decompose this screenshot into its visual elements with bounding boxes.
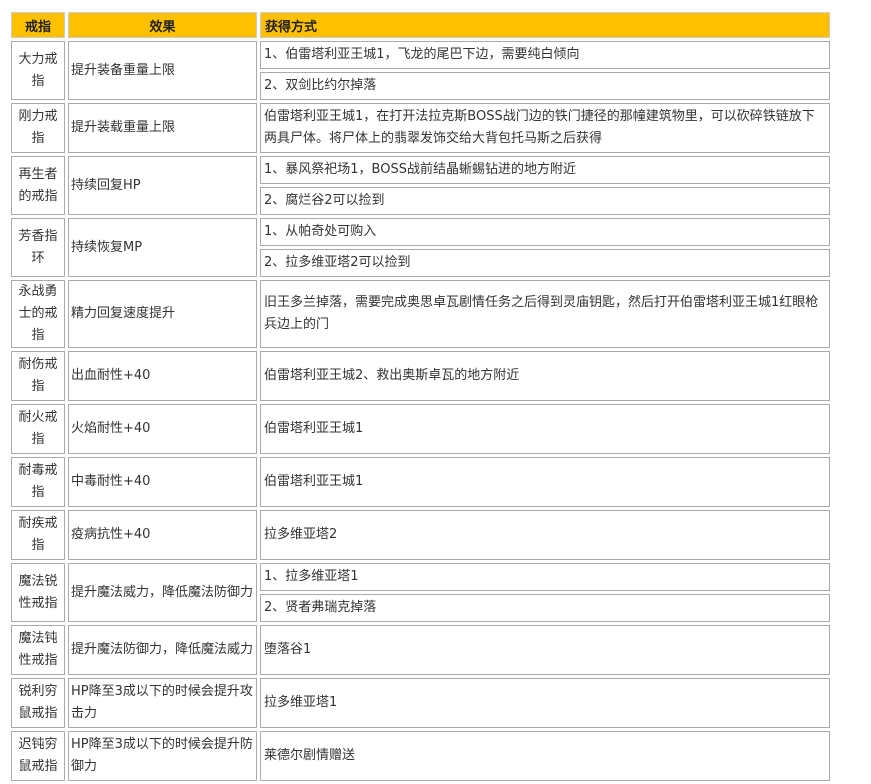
- ring-name-cell: 永战勇士的戒指: [11, 280, 65, 348]
- ring-method-cell: 伯雷塔利亚王城2、救出奥斯卓瓦的地方附近: [260, 351, 830, 401]
- table-row: 刚力戒指 提升装载重量上限 伯雷塔利亚王城1，在打开法拉克斯BOSS战门边的铁门捷径…: [11, 103, 830, 153]
- ring-method-cell: 堕落谷1: [260, 625, 830, 675]
- ring-table: 戒指 效果 获得方式 大力戒指 提升装备重量上限 1、伯雷塔利亚王城1，飞龙的尾巴下…: [8, 9, 833, 784]
- ring-method-cell: 拉多维亚塔1: [260, 678, 830, 728]
- ring-effect-cell: HP降至3成以下的时候会提升防御力: [68, 731, 257, 781]
- table-row: 锐利穷鼠戒指 HP降至3成以下的时候会提升攻击力 拉多维亚塔1: [11, 678, 830, 728]
- header-effect: 效果: [68, 12, 257, 38]
- header-method: 获得方式: [260, 12, 830, 38]
- ring-method-cell: 2、贤者弗瑞克掉落: [260, 594, 830, 622]
- ring-method-cell: 1、伯雷塔利亚王城1，飞龙的尾巴下边，需要纯白倾向: [260, 41, 830, 69]
- ring-name-cell: 锐利穷鼠戒指: [11, 678, 65, 728]
- table-row: 魔法锐性戒指 提升魔法威力，降低魔法防御力 1、拉多维亚塔1: [11, 563, 830, 622]
- ring-name-cell: 刚力戒指: [11, 103, 65, 153]
- ring-name-cell: 耐毒戒指: [11, 457, 65, 507]
- ring-method-cell: 1、从帕奇处可购入: [260, 218, 830, 246]
- ring-name-cell: 耐伤戒指: [11, 351, 65, 401]
- table-row: 魔法钝性戒指 提升魔法防御力，降低魔法威力 堕落谷1: [11, 625, 830, 675]
- ring-effect-cell: 持续回复HP: [68, 156, 257, 215]
- ring-effect-cell: 提升魔法威力，降低魔法防御力: [68, 563, 257, 622]
- ring-effect-cell: HP降至3成以下的时候会提升攻击力: [68, 678, 257, 728]
- header-ring: 戒指: [11, 12, 65, 38]
- ring-name-cell: 芳香指环: [11, 218, 65, 277]
- ring-name-cell: 耐疾戒指: [11, 510, 65, 560]
- ring-effect-cell: 精力回复速度提升: [68, 280, 257, 348]
- ring-effect-cell: 中毒耐性+40: [68, 457, 257, 507]
- ring-method-cell: 1、拉多维亚塔1: [260, 563, 830, 591]
- ring-method-cell: 1、暴风祭祀场1，BOSS战前结晶蜥蜴钻进的地方附近: [260, 156, 830, 184]
- ring-method-cell: 伯雷塔利亚王城1，在打开法拉克斯BOSS战门边的铁门捷径的那幢建筑物里，可以砍碎…: [260, 103, 830, 153]
- table-row: 耐伤戒指 出血耐性+40 伯雷塔利亚王城2、救出奥斯卓瓦的地方附近: [11, 351, 830, 401]
- ring-method-cell: 莱德尔剧情赠送: [260, 731, 830, 781]
- table-row: 永战勇士的戒指 精力回复速度提升 旧王多兰掉落，需要完成奥思卓瓦剧情任务之后得到灵庙…: [11, 280, 830, 348]
- ring-effect-cell: 提升装备重量上限: [68, 41, 257, 100]
- ring-method-cell: 伯雷塔利亚王城1: [260, 404, 830, 454]
- ring-effect-cell: 提升装载重量上限: [68, 103, 257, 153]
- ring-name-cell: 迟钝穷鼠戒指: [11, 731, 65, 781]
- table-header-row: 戒指 效果 获得方式: [11, 12, 830, 38]
- ring-name-cell: 大力戒指: [11, 41, 65, 100]
- ring-method-cell: 2、拉多维亚塔2可以捡到: [260, 249, 830, 277]
- table-row: 大力戒指 提升装备重量上限 1、伯雷塔利亚王城1，飞龙的尾巴下边，需要纯白倾向: [11, 41, 830, 100]
- table-row: 耐火戒指 火焰耐性+40 伯雷塔利亚王城1: [11, 404, 830, 454]
- ring-effect-cell: 出血耐性+40: [68, 351, 257, 401]
- ring-name-cell: 耐火戒指: [11, 404, 65, 454]
- table-row: 迟钝穷鼠戒指 HP降至3成以下的时候会提升防御力 莱德尔剧情赠送: [11, 731, 830, 781]
- table-row: 再生者的戒指 持续回复HP 1、暴风祭祀场1，BOSS战前结晶蜥蜴钻进的地方附近: [11, 156, 830, 215]
- ring-effect-cell: 提升魔法防御力，降低魔法威力: [68, 625, 257, 675]
- ring-method-cell: 旧王多兰掉落，需要完成奥思卓瓦剧情任务之后得到灵庙钥匙，然后打开伯雷塔利亚王城1…: [260, 280, 830, 348]
- ring-effect-cell: 火焰耐性+40: [68, 404, 257, 454]
- ring-method-cell: 2、腐烂谷2可以捡到: [260, 187, 830, 215]
- table-row: 耐毒戒指 中毒耐性+40 伯雷塔利亚王城1: [11, 457, 830, 507]
- ring-table-container: 戒指 效果 获得方式 大力戒指 提升装备重量上限 1、伯雷塔利亚王城1，飞龙的尾巴下…: [11, 12, 830, 781]
- table-row: 耐疾戒指 疫病抗性+40 拉多维亚塔2: [11, 510, 830, 560]
- table-row: 芳香指环 持续恢复MP 1、从帕奇处可购入: [11, 218, 830, 277]
- ring-table-body: 大力戒指 提升装备重量上限 1、伯雷塔利亚王城1，飞龙的尾巴下边，需要纯白倾向 2、双…: [11, 41, 830, 781]
- ring-effect-cell: 疫病抗性+40: [68, 510, 257, 560]
- ring-name-cell: 魔法钝性戒指: [11, 625, 65, 675]
- ring-name-cell: 再生者的戒指: [11, 156, 65, 215]
- ring-method-cell: 伯雷塔利亚王城1: [260, 457, 830, 507]
- ring-effect-cell: 持续恢复MP: [68, 218, 257, 277]
- ring-name-cell: 魔法锐性戒指: [11, 563, 65, 622]
- ring-method-cell: 拉多维亚塔2: [260, 510, 830, 560]
- ring-method-cell: 2、双剑比约尔掉落: [260, 72, 830, 100]
